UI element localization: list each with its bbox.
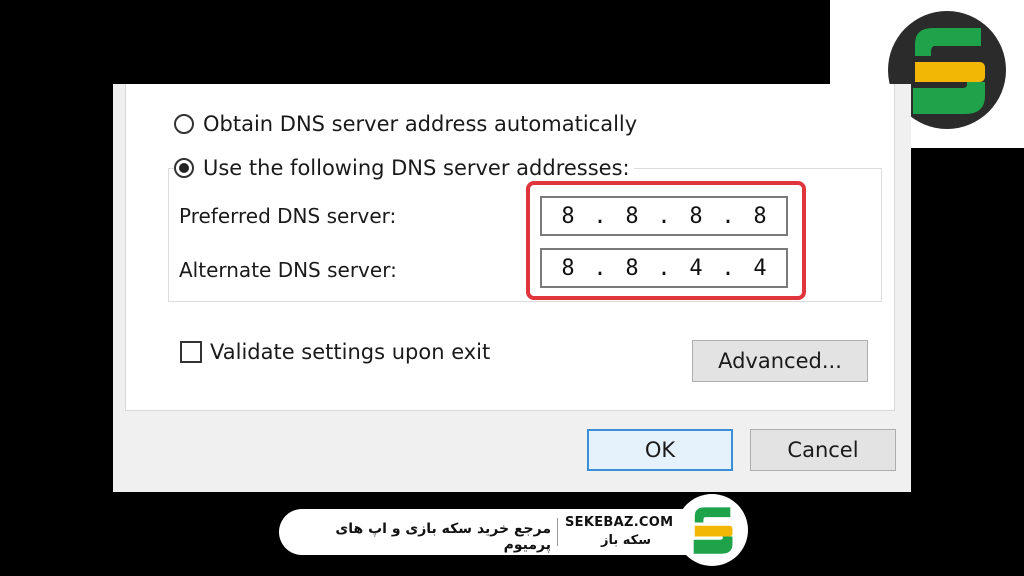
advanced-button[interactable]: Advanced...	[692, 340, 868, 382]
dns-highlight-box	[526, 181, 806, 300]
validate-settings-option[interactable]: Validate settings upon exit	[180, 340, 490, 364]
preferred-dns-label: Preferred DNS server:	[179, 204, 397, 228]
banner-site-url: SEKEBAZ.COM	[565, 515, 674, 530]
promo-banner: مرجع خرید سکه بازی و اپ های پرمیوم SEKEB…	[279, 509, 729, 555]
alternate-dns-label: Alternate DNS server:	[179, 258, 397, 282]
banner-tagline: مرجع خرید سکه بازی و اپ های پرمیوم	[335, 521, 551, 553]
banner-divider	[557, 518, 558, 546]
cancel-button[interactable]: Cancel	[750, 429, 896, 471]
validate-settings-label: Validate settings upon exit	[210, 340, 491, 364]
use-following-dns-option[interactable]: Use the following DNS server addresses:	[174, 156, 634, 180]
radio-auto[interactable]	[174, 114, 194, 134]
radio-manual[interactable]	[174, 158, 194, 178]
banner-brand-name: سکه باز	[601, 533, 652, 548]
sekebaz-logo-bottom	[676, 494, 748, 566]
dns-group: Obtain DNS server address automatically …	[125, 84, 895, 411]
logo-s-icon-small	[693, 507, 733, 554]
validate-checkbox[interactable]	[180, 341, 202, 363]
obtain-dns-auto-label: Obtain DNS server address automatically	[203, 112, 638, 136]
ok-button[interactable]: OK	[587, 429, 733, 471]
logo-s-icon	[913, 28, 985, 114]
obtain-dns-auto-option[interactable]: Obtain DNS server address automatically	[174, 112, 637, 136]
dns-settings-dialog: Obtain DNS server address automatically …	[113, 84, 911, 492]
use-following-dns-label: Use the following DNS server addresses:	[203, 156, 630, 180]
